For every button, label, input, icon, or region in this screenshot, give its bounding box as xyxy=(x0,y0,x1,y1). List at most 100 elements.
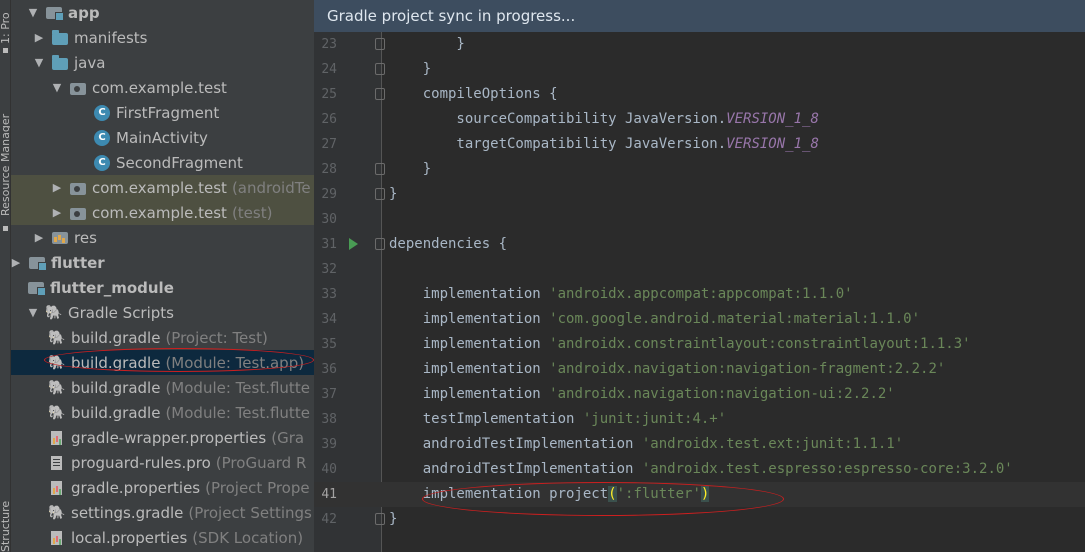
fold-marker-icon[interactable] xyxy=(375,38,385,50)
tree-item-local-properties[interactable]: local.properties (SDK Location) xyxy=(11,525,314,550)
fold-marker-icon[interactable] xyxy=(375,88,385,100)
tree-item-label: gradle-wrapper.properties xyxy=(71,428,267,447)
tree-item-build-gradle[interactable]: 🐘 build.gradle (Module: Test.flutte xyxy=(11,375,314,400)
tree-item-label: flutter xyxy=(51,253,105,272)
tree-item-build-gradle[interactable]: 🐘 build.gradle (Module: Test.flutte xyxy=(11,400,314,425)
code-line-32[interactable]: 32 xyxy=(314,257,1085,282)
code-token: } xyxy=(389,186,398,202)
code-line-41[interactable]: 41 implementation project(':flutter') xyxy=(314,482,1085,507)
line-number: 26 xyxy=(321,112,337,127)
chevron-down-icon[interactable]: ▼ xyxy=(28,300,38,325)
code-line-42[interactable]: 42} xyxy=(314,507,1085,532)
code-line-31[interactable]: 31 dependencies { xyxy=(314,232,1085,257)
line-number: 27 xyxy=(321,137,337,152)
code-token: dependencies { xyxy=(389,236,508,252)
tree-item-proguard-rules-pro[interactable]: proguard-rules.pro (ProGuard R xyxy=(11,450,314,475)
chevron-right-icon[interactable]: ▶ xyxy=(11,250,21,275)
code-line-24[interactable]: 24 } xyxy=(314,57,1085,82)
code-line-30[interactable]: 30 xyxy=(314,207,1085,232)
code-text: sourceCompatibility JavaVersion.VERSION_… xyxy=(389,107,819,132)
line-number: 39 xyxy=(321,437,337,452)
tree-item-label: FirstFragment xyxy=(116,103,220,122)
code-line-34[interactable]: 34 implementation 'com.google.android.ma… xyxy=(314,307,1085,332)
tree-item-settings-gradle[interactable]: 🐘 settings.gradle (Project Settings xyxy=(11,500,314,525)
string-literal: 'androidx.test.espresso:espresso-core:3.… xyxy=(641,461,1013,477)
chevron-down-icon[interactable]: ▼ xyxy=(52,75,62,100)
chevron-down-icon[interactable]: ▼ xyxy=(34,50,44,75)
run-icon[interactable] xyxy=(349,238,358,250)
tree-item-gradle-wrapper-properties[interactable]: gradle-wrapper.properties (Gra xyxy=(11,425,314,450)
code-line-25[interactable]: 25 compileOptions { xyxy=(314,82,1085,107)
tree-item-manifests[interactable]: ▶ manifests xyxy=(11,25,314,50)
tree-item-flutter-module[interactable]: flutter_module xyxy=(11,275,314,300)
tree-item-hint: (SDK Location) xyxy=(192,528,304,547)
tree-item-app[interactable]: ▼ app xyxy=(11,0,314,25)
code-text: androidTestImplementation 'androidx.test… xyxy=(389,432,903,457)
enum-constant: VERSION_1_8 xyxy=(726,111,819,127)
tree-item-com-example-test[interactable]: ▶ com.example.test (androidTe xyxy=(11,175,314,200)
module-icon xyxy=(46,6,64,21)
project-tool-icon xyxy=(3,48,8,53)
tree-item-com-example-test[interactable]: ▼ com.example.test xyxy=(11,75,314,100)
string-literal: 'androidx.navigation:navigation-fragment… xyxy=(549,361,946,377)
fold-marker-icon[interactable] xyxy=(375,513,385,525)
chevron-right-icon[interactable]: ▶ xyxy=(34,25,44,50)
chevron-right-icon[interactable]: ▶ xyxy=(52,200,62,225)
package-icon xyxy=(70,182,86,195)
fold-marker-icon[interactable] xyxy=(375,63,385,75)
tree-item-hint: (ProGuard R xyxy=(215,453,307,472)
fold-marker-icon[interactable] xyxy=(375,163,385,175)
code-line-28[interactable]: 28 } xyxy=(314,157,1085,182)
code-line-23[interactable]: 23 } xyxy=(314,32,1085,57)
gradle-icon: 🐘 xyxy=(48,379,66,396)
code-line-27[interactable]: 27 targetCompatibility JavaVersion.VERSI… xyxy=(314,132,1085,157)
tree-item-build-gradle[interactable]: 🐘 build.gradle (Module: Test.app) xyxy=(11,350,314,375)
code-line-33[interactable]: 33 implementation 'androidx.appcompat:ap… xyxy=(314,282,1085,307)
enum-constant: VERSION_1_8 xyxy=(726,136,819,152)
string-literal: 'junit:junit:4.+' xyxy=(582,411,727,427)
properties-icon xyxy=(49,430,65,446)
code-line-35[interactable]: 35 implementation 'androidx.constraintla… xyxy=(314,332,1085,357)
resource-manager-tool-button[interactable]: Resource Manager xyxy=(0,92,10,216)
code-line-36[interactable]: 36 implementation 'androidx.navigation:n… xyxy=(314,357,1085,382)
code-line-37[interactable]: 37 implementation 'androidx.navigation:n… xyxy=(314,382,1085,407)
structure-tool-button[interactable]: Structure xyxy=(0,480,10,552)
line-number: 25 xyxy=(321,87,337,102)
tree-item-com-example-test[interactable]: ▶ com.example.test (test) xyxy=(11,200,314,225)
code-text: implementation 'com.google.android.mater… xyxy=(389,307,920,332)
code-line-40[interactable]: 40 androidTestImplementation 'androidx.t… xyxy=(314,457,1085,482)
project-tree[interactable]: ▼ app ▶ manifests ▼ java ▼ com.example.test C Fir… xyxy=(11,0,314,552)
tree-item-gradle-scripts[interactable]: ▼ 🐘 Gradle Scripts xyxy=(11,300,314,325)
tree-item-hint: (Module: Test.flutte xyxy=(165,403,310,422)
code-line-26[interactable]: 26 sourceCompatibility JavaVersion.VERSI… xyxy=(314,107,1085,132)
project-tool-button[interactable]: 1: Pro xyxy=(0,0,10,44)
code-line-29[interactable]: 29} xyxy=(314,182,1085,207)
line-number: 35 xyxy=(321,337,337,352)
tree-item-build-gradle[interactable]: 🐘 build.gradle (Project: Test) xyxy=(11,325,314,350)
tree-item-secondfragment[interactable]: C SecondFragment xyxy=(11,150,314,175)
line-number: 38 xyxy=(321,412,337,427)
fold-marker-icon[interactable] xyxy=(375,238,385,250)
tree-item-label: build.gradle xyxy=(71,378,161,397)
folder-icon xyxy=(52,29,68,45)
module-icon xyxy=(29,256,47,271)
code-line-39[interactable]: 39 androidTestImplementation 'androidx.t… xyxy=(314,432,1085,457)
code-editor[interactable]: Gradle project sync in progress... 23 } 2… xyxy=(314,0,1085,552)
line-number: 40 xyxy=(321,462,337,477)
chevron-down-icon[interactable]: ▼ xyxy=(28,0,38,25)
code-line-38[interactable]: 38 testImplementation 'junit:junit:4.+' xyxy=(314,407,1085,432)
tree-item-flutter[interactable]: ▶ flutter xyxy=(11,250,314,275)
fold-marker-icon[interactable] xyxy=(375,188,385,200)
tree-item-gradle-properties[interactable]: gradle.properties (Project Prope xyxy=(11,475,314,500)
chevron-right-icon[interactable]: ▶ xyxy=(34,225,44,250)
tree-item-java[interactable]: ▼ java xyxy=(11,50,314,75)
code-token: targetCompatibility JavaVersion. xyxy=(389,136,727,152)
tree-item-firstfragment[interactable]: C FirstFragment xyxy=(11,100,314,125)
folder-icon xyxy=(52,54,68,70)
tree-item-res[interactable]: ▶ res xyxy=(11,225,314,250)
tree-item-mainactivity[interactable]: C MainActivity xyxy=(11,125,314,150)
line-number: 24 xyxy=(321,62,337,77)
line-number: 23 xyxy=(321,37,337,52)
chevron-right-icon[interactable]: ▶ xyxy=(52,175,62,200)
code-token: sourceCompatibility JavaVersion. xyxy=(389,111,727,127)
